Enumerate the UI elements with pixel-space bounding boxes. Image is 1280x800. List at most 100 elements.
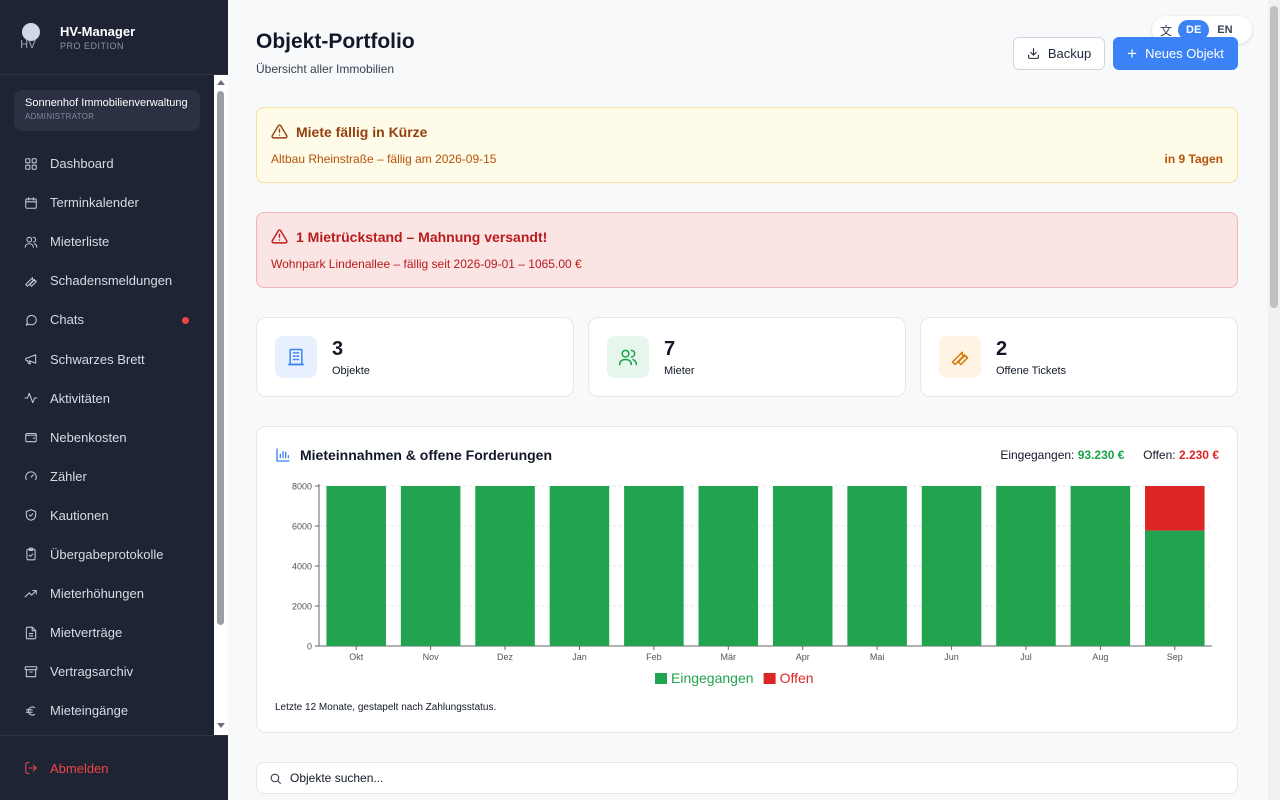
bar-received [996,486,1056,646]
backup-label: Backup [1047,46,1092,61]
bar-received [698,486,759,646]
stat-value: 7 [664,338,676,360]
stat-label: Mieter [664,365,695,377]
stat-label: Offene Tickets [996,365,1067,377]
sidebar-item-vertragsarchiv[interactable]: Vertragsarchiv [0,652,214,691]
sidebar-item-label: Schadensmeldungen [50,273,173,289]
chat-icon [25,314,37,326]
building-icon [275,336,317,378]
bar-received [475,486,535,646]
bar-received [1145,530,1205,646]
clipboard-icon [26,548,36,561]
rent-due-title: Miete fällig in Kürze [296,123,428,140]
y-tick-label: 2000 [292,602,312,612]
page-subtitle: Übersicht aller Immobilien [256,62,395,76]
y-tick-label: 6000 [292,522,312,532]
logout-label: Abmelden [50,760,109,776]
stat-value: 2 [996,338,1008,360]
sidebar-item-mieterhoehungen[interactable]: Mieterhöhungen [0,574,214,613]
logout-icon [25,762,37,774]
sidebar-item-label: Mieteingänge [50,703,129,719]
sidebar-item-label: Terminkalender [50,195,139,211]
archive-icon [24,665,38,677]
legend-label: Eingegangen [671,670,754,686]
legend-label: Offen [780,670,814,686]
x-tick-label: Dez [497,652,514,662]
sidebar-item-label: Nebenkosten [50,429,127,445]
sidebar-item-chats[interactable]: Chats [0,300,214,339]
sidebar-item-schwarzes-brett[interactable]: Schwarzes Brett [0,339,214,378]
page-scrollbar[interactable] [1268,0,1280,800]
bar-received [921,486,982,646]
y-tick-label: 0 [307,642,312,652]
search-icon [270,773,281,784]
rent-due-alert: Miete fällig in Kürze Altbau Rheinstraße… [256,107,1238,183]
sidebar-item-label: Übergabeprotokolle [50,546,164,562]
activity-icon [24,392,38,404]
search-input[interactable] [290,771,1190,785]
organization-card[interactable]: Sonnenhof Immobilienverwaltung ADMINISTR… [14,90,200,131]
sidebar-item-dashboard[interactable]: Dashboard [0,144,214,183]
wrench-icon [939,336,981,378]
logout-button[interactable]: Abmelden [0,735,228,800]
sidebar-item-terminkalender[interactable]: Terminkalender [0,183,214,222]
x-tick-label: Nov [423,652,440,662]
wrench-icon [25,276,37,287]
page-title: Objekt-Portfolio [256,30,415,53]
main-content: Objekt-Portfolio Übersicht aller Immobil… [228,0,1268,800]
brand: HV HV-Manager PRO EDITION [0,0,228,75]
users-icon [607,336,649,378]
calendar-icon [25,196,37,209]
arrears-alert: 1 Mietrückstand – Mahnung versandt! Wohn… [256,212,1238,288]
legend-swatch [763,673,776,684]
sidebar-item-mieterliste[interactable]: Mieterliste [0,222,214,261]
trending-up-icon [24,589,37,598]
sidebar-item-aktivitaeten[interactable]: Aktivitäten [0,379,214,418]
x-tick-label: Jul [1020,652,1032,662]
sidebar-item-kautionen[interactable]: Kautionen [0,496,214,535]
warning-icon [271,124,288,139]
x-tick-label: Sep [1167,652,1183,662]
scroll-up-arrow-icon[interactable] [217,80,225,85]
sidebar-scrollbar[interactable] [214,75,228,735]
rent-due-countdown: in 9 Tagen [1164,152,1223,166]
bar-received [326,486,386,646]
sidebar-scroll-thumb[interactable] [217,91,224,625]
sidebar-item-label: Kautionen [50,507,109,523]
unread-indicator [182,317,189,325]
sidebar-item-label: Aktivitäten [50,390,110,406]
sidebar-item-nebenkosten[interactable]: Nebenkosten [0,418,214,457]
sidebar-item-label: Mieterliste [50,234,110,250]
sidebar-item-mietvertraege[interactable]: Mietverträge [0,613,214,652]
backup-button[interactable]: Backup [1013,37,1105,70]
page-scroll-thumb[interactable] [1270,6,1278,308]
megaphone-icon [25,354,37,365]
y-tick-label: 8000 [292,482,312,492]
bar-received [1070,486,1131,646]
scroll-down-arrow-icon[interactable] [217,723,225,728]
stat-card-tenants[interactable]: 7 Mieter [588,317,906,397]
arrears-text: Wohnpark Lindenallee – fällig seit 2026-… [271,257,582,271]
income-chart-card: Mieteinnahmen & offene Forderungen Einge… [256,426,1238,733]
new-property-label: Neues Objekt [1145,46,1224,61]
sidebar-item-label: Dashboard [50,156,114,172]
x-tick-label: Jun [944,652,959,662]
sidebar-item-label: Chats [50,312,84,328]
sidebar-item-uebergabeprotokolle[interactable]: Übergabeprotokolle [0,535,214,574]
stat-card-tickets[interactable]: 2 Offene Tickets [920,317,1238,397]
legend-swatch [655,673,667,684]
bar-received [847,486,907,646]
x-tick-label: Mär [721,652,737,662]
sidebar-item-mieteingaenge[interactable]: Mieteingänge [0,691,214,730]
stat-card-objects[interactable]: 3 Objekte [256,317,574,397]
sidebar-item-zaehler[interactable]: Zähler [0,457,214,496]
sidebar-item-schadensmeldungen[interactable]: Schadensmeldungen [0,261,214,300]
brand-logo: HV [20,23,44,51]
sidebar-item-label: Mietverträge [50,625,123,641]
income-bar-chart: 0 2000 4000 6000 8000 Okt Nov Dez Jan Feb Mär Apr Ma… [292,482,1212,686]
new-property-button[interactable]: + Neues Objekt [1113,37,1238,70]
search-bar[interactable] [256,762,1238,794]
chart-footnote: Letzte 12 Monate, gestapelt nach Zahlung… [275,702,497,713]
rent-due-text: Altbau Rheinstraße – fällig am 2026-09-1… [271,152,497,166]
translate-icon: 文 [1160,23,1173,38]
